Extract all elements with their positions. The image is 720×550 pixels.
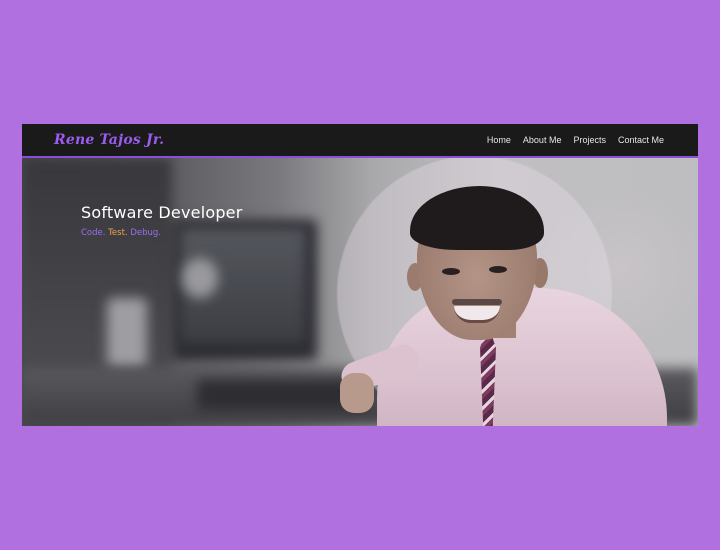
website-frame: Rene Tajos Jr. Home About Me Projects Co… xyxy=(22,124,698,426)
portrait-mustache xyxy=(452,299,502,305)
hero-title: Software Developer xyxy=(81,203,243,222)
tagline-test: Test. xyxy=(108,228,128,238)
nav-link-home[interactable]: Home xyxy=(487,135,511,145)
nav-links: Home About Me Projects Contact Me xyxy=(487,135,664,145)
nav-link-contact-me[interactable]: Contact Me xyxy=(618,135,664,145)
portrait-eye-left xyxy=(442,268,460,275)
hero-text: Software Developer Code. Test. Debug. xyxy=(81,203,243,238)
tagline-code: Code. xyxy=(81,228,106,238)
background-disc xyxy=(182,258,218,298)
brand-logo[interactable]: Rene Tajos Jr. xyxy=(54,132,164,148)
hero-tagline: Code. Test. Debug. xyxy=(81,228,243,238)
nav-link-about-me[interactable]: About Me xyxy=(523,135,562,145)
nav-link-projects[interactable]: Projects xyxy=(573,135,606,145)
hero-section: Software Developer Code. Test. Debug. xyxy=(22,158,698,426)
navbar: Rene Tajos Jr. Home About Me Projects Co… xyxy=(22,124,698,158)
portrait-eye-right xyxy=(489,266,507,273)
portrait-hand xyxy=(340,373,374,413)
tagline-debug: Debug. xyxy=(130,228,161,238)
background-lamp xyxy=(107,298,147,368)
